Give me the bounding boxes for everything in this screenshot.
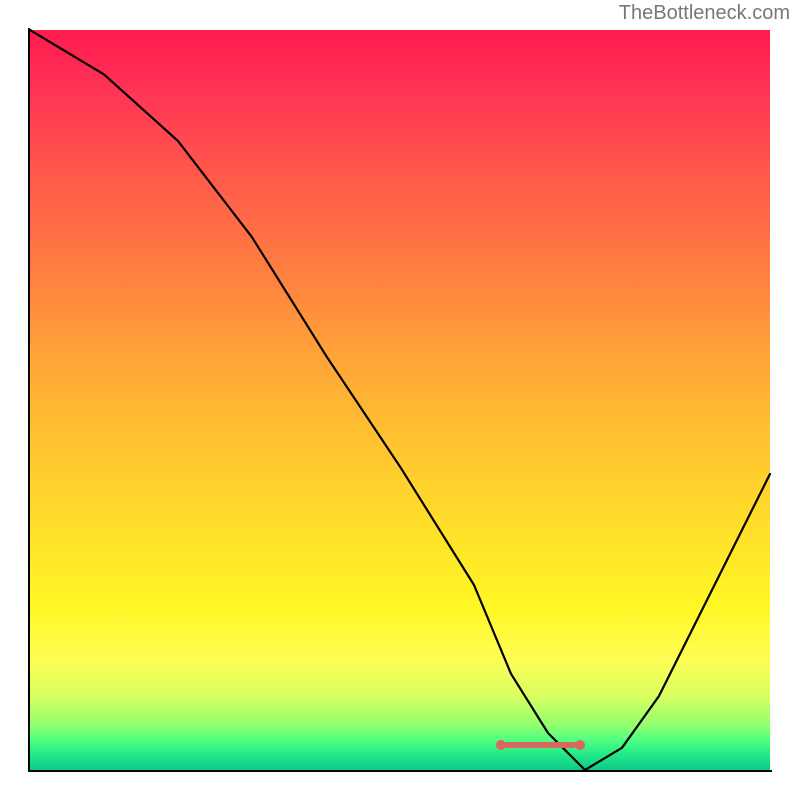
x-axis-line	[28, 770, 772, 772]
y-axis-line	[28, 28, 30, 772]
chart-plot-area	[30, 30, 770, 770]
chart-curve-svg	[30, 30, 770, 770]
bottleneck-curve-line	[30, 30, 770, 770]
watermark-text: TheBottleneck.com	[619, 2, 790, 25]
